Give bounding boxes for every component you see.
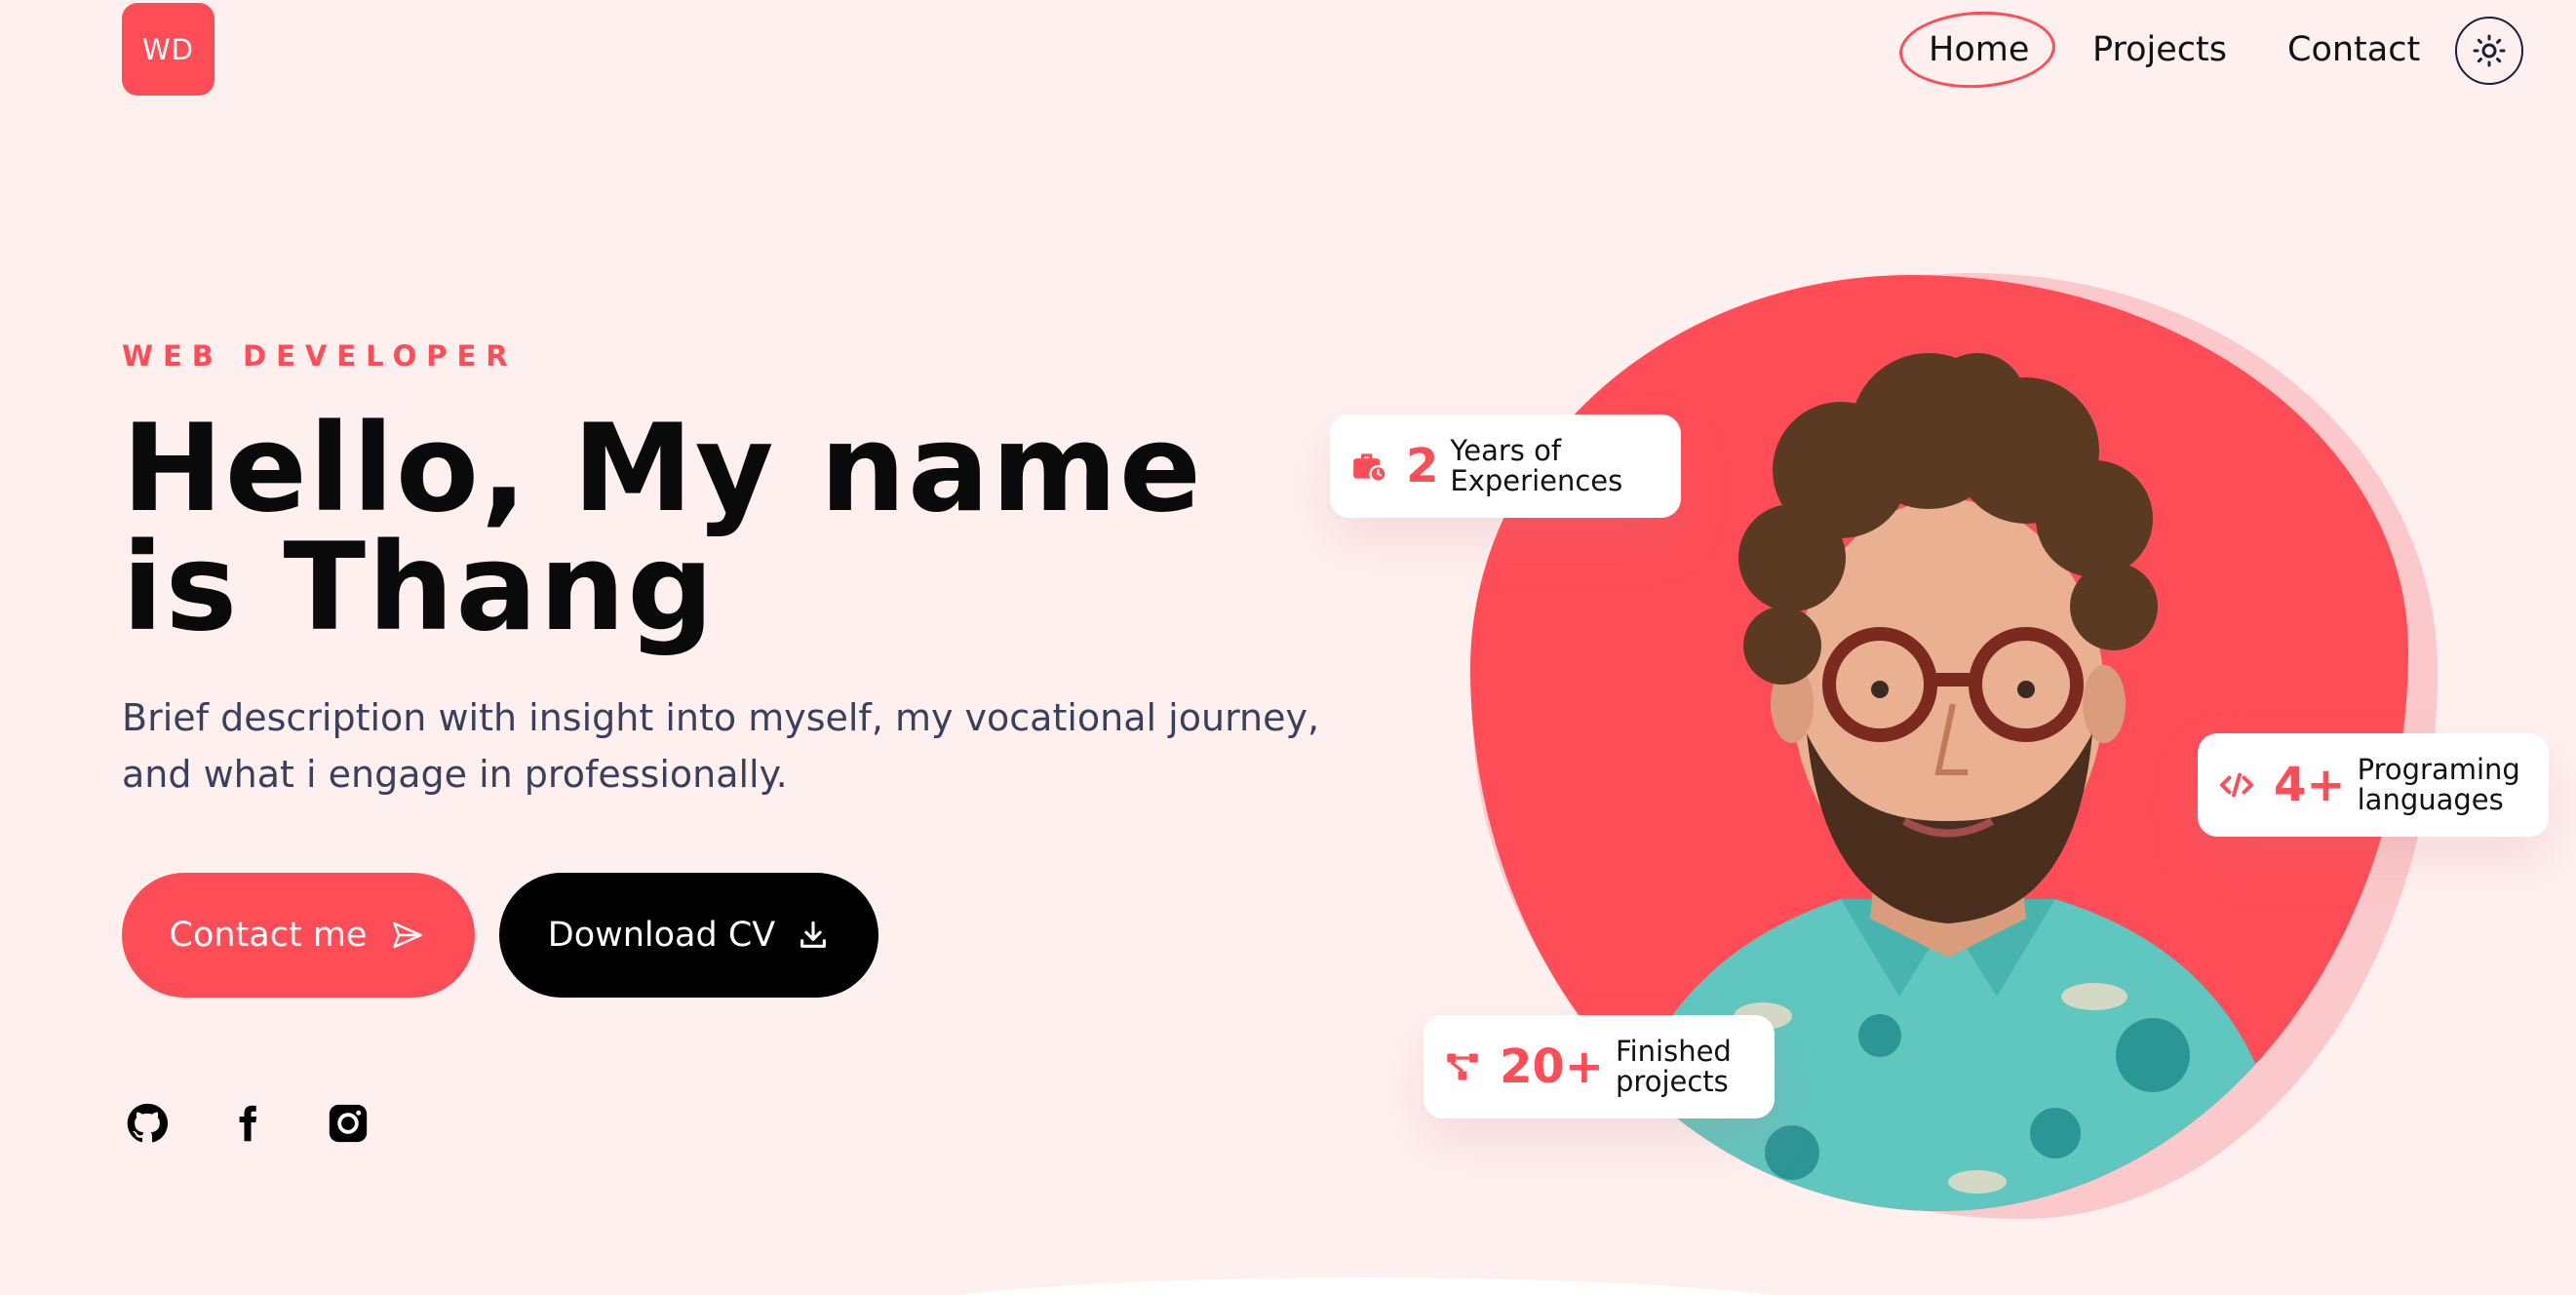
- section-divider-curve: [878, 1277, 1853, 1295]
- description-line-1: Brief description with insight into myse…: [122, 696, 1320, 739]
- code-icon: [2215, 764, 2258, 806]
- stat-experience-label-line-1: Years of: [1450, 434, 1562, 467]
- nav-projects-label: Projects: [2092, 30, 2227, 69]
- stat-projects-number: 20+: [1500, 1040, 1605, 1094]
- logo[interactable]: WD: [122, 3, 215, 96]
- stat-languages-number: 4+: [2274, 758, 2346, 812]
- hero-headline: Hello, My name is Thang: [122, 399, 1292, 658]
- stat-languages-label: Programing languages: [2358, 755, 2520, 815]
- contact-me-button[interactable]: Contact me: [122, 873, 475, 998]
- nav-home[interactable]: Home: [1897, 7, 2057, 93]
- stat-projects-label: Finished projects: [1616, 1037, 1732, 1097]
- stat-languages-label-line-2: languages: [2357, 783, 2504, 816]
- description-line-2: and what i engage in professionally.: [122, 753, 788, 796]
- paper-plane-icon: [393, 922, 423, 949]
- facebook-link[interactable]: [222, 1098, 273, 1149]
- briefcase-clock-icon: [1347, 445, 1390, 488]
- stat-projects-label-line-1: Finished: [1616, 1035, 1732, 1068]
- github-link[interactable]: [122, 1098, 173, 1149]
- theme-toggle-button[interactable]: [2455, 17, 2523, 85]
- nav-contact-label: Contact: [2287, 30, 2421, 69]
- stat-card-experience: 2 Years of Experiences: [1330, 414, 1681, 518]
- download-cv-button[interactable]: Download CV: [499, 873, 878, 998]
- download-cv-label: Download CV: [547, 916, 776, 955]
- stat-experience-label-line-2: Experiences: [1450, 464, 1623, 497]
- network-icon: [1441, 1045, 1484, 1088]
- stat-projects-label-line-2: projects: [1616, 1065, 1729, 1098]
- headline-line-1: Hello, My name: [122, 399, 1204, 539]
- instagram-icon: [329, 1104, 368, 1143]
- sun-icon: [2473, 34, 2506, 67]
- github-icon: [127, 1103, 169, 1143]
- active-nav-indicator: [1897, 7, 2057, 93]
- download-icon: [800, 921, 827, 948]
- contact-me-label: Contact me: [169, 916, 368, 955]
- facebook-icon: [239, 1105, 257, 1142]
- headline-line-2: is Thang: [122, 518, 717, 658]
- page: WD Home Projects Contact WEB DEVELOPER H…: [0, 0, 2576, 1295]
- stat-card-languages: 4+ Programing languages: [2198, 733, 2549, 837]
- stat-languages-label-line-1: Programing: [2357, 753, 2520, 786]
- stat-experience-label: Years of Experiences: [1450, 436, 1622, 496]
- instagram-link[interactable]: [323, 1098, 373, 1149]
- role-eyebrow: WEB DEVELOPER: [122, 339, 518, 373]
- hero-description: Brief description with insight into myse…: [122, 689, 1341, 803]
- nav-projects[interactable]: Projects: [2092, 20, 2227, 80]
- stat-card-projects: 20+ Finished projects: [1424, 1015, 1775, 1118]
- nav-contact[interactable]: Contact: [2287, 20, 2420, 80]
- stat-experience-number: 2: [1406, 439, 1439, 493]
